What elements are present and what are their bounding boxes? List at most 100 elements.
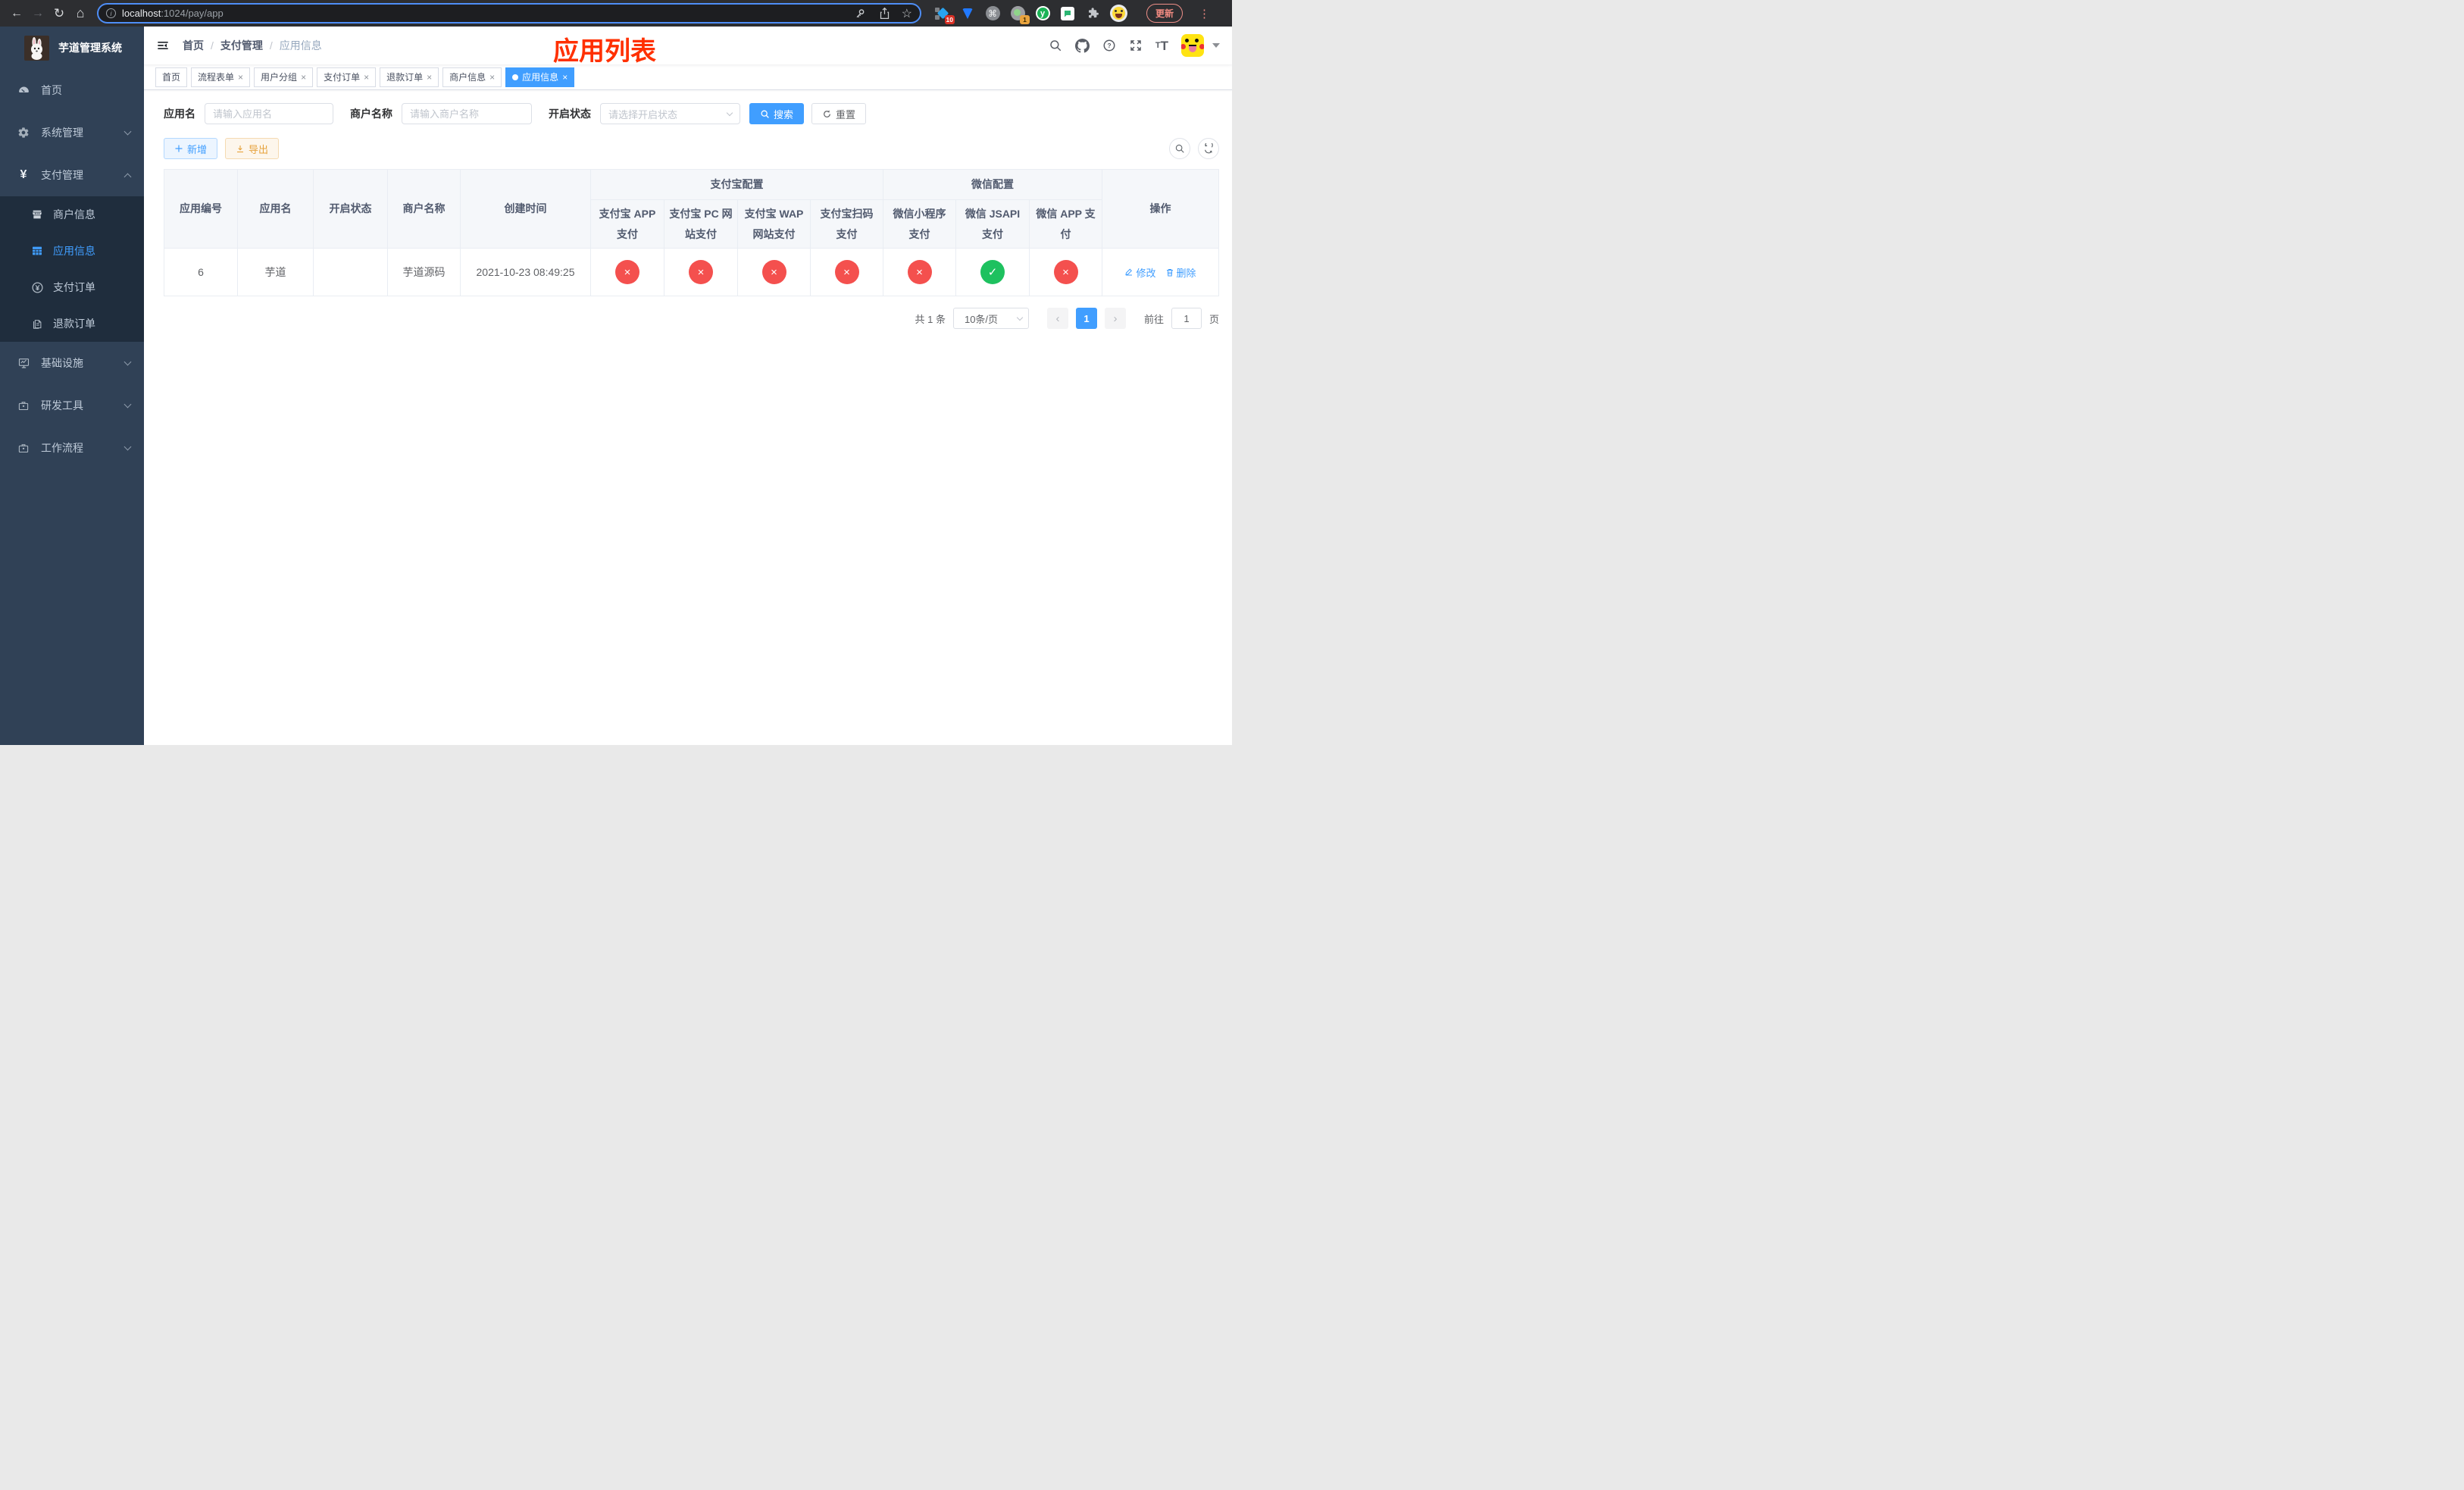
tab-home[interactable]: 首页 xyxy=(155,67,188,87)
search-button[interactable]: 搜索 xyxy=(749,103,805,124)
close-icon[interactable]: × xyxy=(489,73,495,82)
help-icon[interactable]: ? xyxy=(1102,39,1116,52)
logo-rabbit-image xyxy=(24,35,49,61)
address-bar[interactable]: i localhost:1024/pay/app ☆ xyxy=(97,3,921,23)
app-name-input[interactable] xyxy=(205,103,333,124)
delete-link[interactable]: 删除 xyxy=(1165,265,1196,280)
group-alipay-config: 支付宝配置 xyxy=(590,169,883,200)
browser-menu-icon[interactable]: ⋮ xyxy=(1199,7,1210,20)
breadcrumb-section[interactable]: 支付管理 xyxy=(220,38,263,53)
prev-page-button[interactable]: ‹ xyxy=(1046,308,1068,329)
extension-diamond-icon[interactable]: 10 xyxy=(935,6,955,24)
extension-chat-icon[interactable] xyxy=(1060,6,1075,21)
sidebar-item-refund-order[interactable]: 退款订单 xyxy=(0,305,144,342)
export-button[interactable]: 导出 xyxy=(225,138,280,159)
grid-table-icon xyxy=(30,245,44,257)
monitor-chart-icon xyxy=(17,357,30,369)
sidebar-item-label: 支付管理 xyxy=(41,169,83,181)
font-size-icon[interactable]: TT xyxy=(1155,39,1168,52)
alipay-pc-status-icon: × xyxy=(689,260,713,284)
sidebar-item-infrastructure[interactable]: 基础设施 xyxy=(0,342,144,384)
goto-page-input[interactable] xyxy=(1171,308,1202,329)
sidebar-item-app-info[interactable]: 应用信息 xyxy=(0,233,144,269)
sidebar-item-workflow[interactable]: 工作流程 xyxy=(0,427,144,469)
share-icon[interactable] xyxy=(879,7,890,20)
sidebar-item-label: 退款订单 xyxy=(53,318,95,330)
svg-text:?: ? xyxy=(1107,42,1111,49)
sidebar-collapse-icon[interactable] xyxy=(155,38,170,53)
table-row: 6 芋道 芋道源码 2021-10-23 08:49:25 × × × × × … xyxy=(164,248,1219,296)
sidebar-item-label: 基础设施 xyxy=(41,357,83,369)
sidebar-item-system[interactable]: 系统管理 xyxy=(0,111,144,154)
extension-y-icon[interactable]: y xyxy=(1035,6,1050,21)
url-host: localhost xyxy=(122,8,161,19)
sidebar-item-pay-order[interactable]: 支付订单 xyxy=(0,269,144,305)
breadcrumb-home[interactable]: 首页 xyxy=(183,38,204,53)
sidebar-item-payment[interactable]: ¥ 支付管理 xyxy=(0,154,144,196)
add-button[interactable]: 新增 xyxy=(164,138,218,159)
tab-refund-order[interactable]: 退款订单 × xyxy=(380,67,439,87)
url-text[interactable]: localhost:1024/pay/app xyxy=(122,8,224,19)
reset-button[interactable]: 重置 xyxy=(811,103,867,124)
fullscreen-icon[interactable] xyxy=(1129,39,1143,52)
tab-user-group[interactable]: 用户分组 × xyxy=(254,67,314,87)
avatar-caret-icon[interactable] xyxy=(1212,43,1220,48)
briefcase-icon xyxy=(17,400,30,412)
page-unit-label: 页 xyxy=(1209,313,1219,325)
merchant-name-label: 商户名称 xyxy=(350,108,392,120)
next-page-button[interactable]: › xyxy=(1104,308,1126,329)
refresh-button[interactable] xyxy=(1198,138,1219,159)
yen-icon: ¥ xyxy=(20,168,27,181)
extension-gem-icon[interactable] xyxy=(960,6,975,21)
edit-link[interactable]: 修改 xyxy=(1124,265,1156,280)
site-info-icon[interactable]: i xyxy=(106,8,116,18)
tab-merchant-info[interactable]: 商户信息 × xyxy=(442,67,502,87)
browser-home-button[interactable]: ⌂ xyxy=(71,5,89,23)
chevron-down-icon xyxy=(124,358,132,366)
tab-pay-order[interactable]: 支付订单 × xyxy=(317,67,377,87)
password-key-icon[interactable] xyxy=(855,8,868,20)
tags-view-bar: 首页 流程表单 × 用户分组 × 支付订单 × 退款订单 × 商户信息 × 应用信息 × xyxy=(144,64,1232,90)
briefcase-icon xyxy=(17,443,30,454)
sidebar-item-label: 工作流程 xyxy=(41,442,83,454)
close-icon[interactable]: × xyxy=(238,73,243,82)
sidebar-item-merchant-info[interactable]: 商户信息 xyxy=(0,196,144,233)
close-icon[interactable]: × xyxy=(427,73,432,82)
status-select[interactable]: 请选择开启状态 xyxy=(600,103,740,124)
sidebar-item-label: 系统管理 xyxy=(41,127,83,139)
active-dot-icon xyxy=(512,74,519,80)
browser-reload-button[interactable]: ↻ xyxy=(50,5,68,23)
chevron-down-icon xyxy=(1016,314,1024,321)
sidebar-logo[interactable]: 芋道管理系统 xyxy=(0,27,144,69)
sidebar-item-home[interactable]: 首页 xyxy=(0,69,144,111)
col-app-name: 应用名 xyxy=(237,169,314,249)
page-size-select[interactable]: 10条/页 xyxy=(952,308,1029,329)
merchant-name-input[interactable] xyxy=(402,103,532,124)
browser-forward-button[interactable]: → xyxy=(29,5,47,23)
sidebar-item-dev-tools[interactable]: 研发工具 xyxy=(0,384,144,427)
sidebar-item-label: 应用信息 xyxy=(53,245,95,257)
cell-merchant: 芋道源码 xyxy=(387,248,461,296)
browser-profile-avatar[interactable] xyxy=(1110,5,1127,22)
col-alipay-app: 支付宝 APP 支付 xyxy=(590,199,664,249)
toggle-search-button[interactable] xyxy=(1169,138,1190,159)
col-app-id: 应用编号 xyxy=(164,169,238,249)
extension-command-icon[interactable]: ⌘ xyxy=(985,6,1000,21)
header-search-icon[interactable] xyxy=(1049,39,1062,52)
tab-app-info[interactable]: 应用信息 × xyxy=(505,67,575,87)
close-icon[interactable]: × xyxy=(562,73,568,82)
tab-process-form[interactable]: 流程表单 × xyxy=(191,67,251,87)
current-page[interactable]: 1 xyxy=(1075,308,1097,329)
user-avatar[interactable] xyxy=(1181,34,1204,57)
breadcrumb-current: 应用信息 xyxy=(279,39,322,52)
bookmark-star-icon[interactable]: ☆ xyxy=(902,6,912,21)
document-icon xyxy=(30,318,44,330)
close-icon[interactable]: × xyxy=(364,73,369,82)
col-alipay-pc: 支付宝 PC 网站支付 xyxy=(664,199,738,249)
extensions-puzzle-icon[interactable] xyxy=(1085,6,1100,21)
github-icon[interactable] xyxy=(1074,38,1090,53)
close-icon[interactable]: × xyxy=(301,73,306,82)
browser-update-button[interactable]: 更新 xyxy=(1146,4,1184,23)
extension-recorder-icon[interactable]: 1 xyxy=(1010,6,1030,24)
browser-back-button[interactable]: ← xyxy=(8,5,26,23)
